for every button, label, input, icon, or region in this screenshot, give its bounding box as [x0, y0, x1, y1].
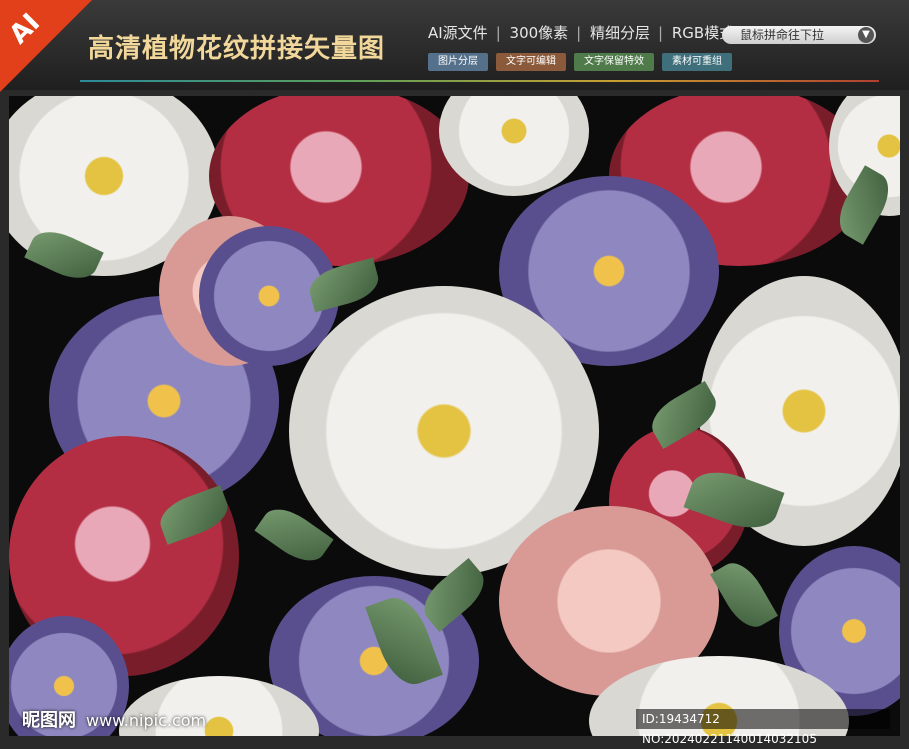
- scroll-hint-button[interactable]: 鼠标拼命往下拉 ▼: [722, 26, 876, 44]
- tag-editable-text: 文字可编辑: [496, 53, 566, 71]
- header: AI 高清植物花纹拼接矢量图 AI源文件 | 300像素 | 精细分层 | RGB模式…: [0, 0, 909, 92]
- image-id-label: ID:19434712 NO:20240221140014032105: [636, 709, 890, 746]
- spec-list: AI源文件 | 300像素 | 精细分层 | RGB模式: [428, 22, 738, 43]
- leaf: [710, 555, 778, 635]
- site-url: www.nipic.com: [86, 711, 207, 730]
- scroll-hint-label: 鼠标拼命往下拉: [740, 28, 825, 42]
- tag-recombinable: 素材可重组: [662, 53, 732, 71]
- tag-text-effects: 文字保留特效: [574, 53, 654, 71]
- spec-separator: |: [576, 24, 582, 42]
- spec-item: 300像素: [509, 24, 569, 42]
- page-title: 高清植物花纹拼接矢量图: [88, 34, 386, 64]
- header-divider: [80, 80, 879, 82]
- ai-badge: [0, 0, 92, 92]
- spec-separator: |: [495, 24, 501, 42]
- chevron-down-icon: ▼: [858, 27, 874, 43]
- spec-item: AI源文件: [428, 24, 488, 42]
- spec-item: 精细分层: [590, 24, 651, 42]
- feature-tags: 图片分层 文字可编辑 文字保留特效 素材可重组: [428, 53, 732, 71]
- tag-layered: 图片分层: [428, 53, 488, 71]
- floral-artwork: [9, 96, 900, 736]
- spec-separator: |: [658, 24, 664, 42]
- brand-name: 昵图网: [22, 710, 76, 731]
- site-watermark: 昵图网 www.nipic.com: [22, 706, 206, 732]
